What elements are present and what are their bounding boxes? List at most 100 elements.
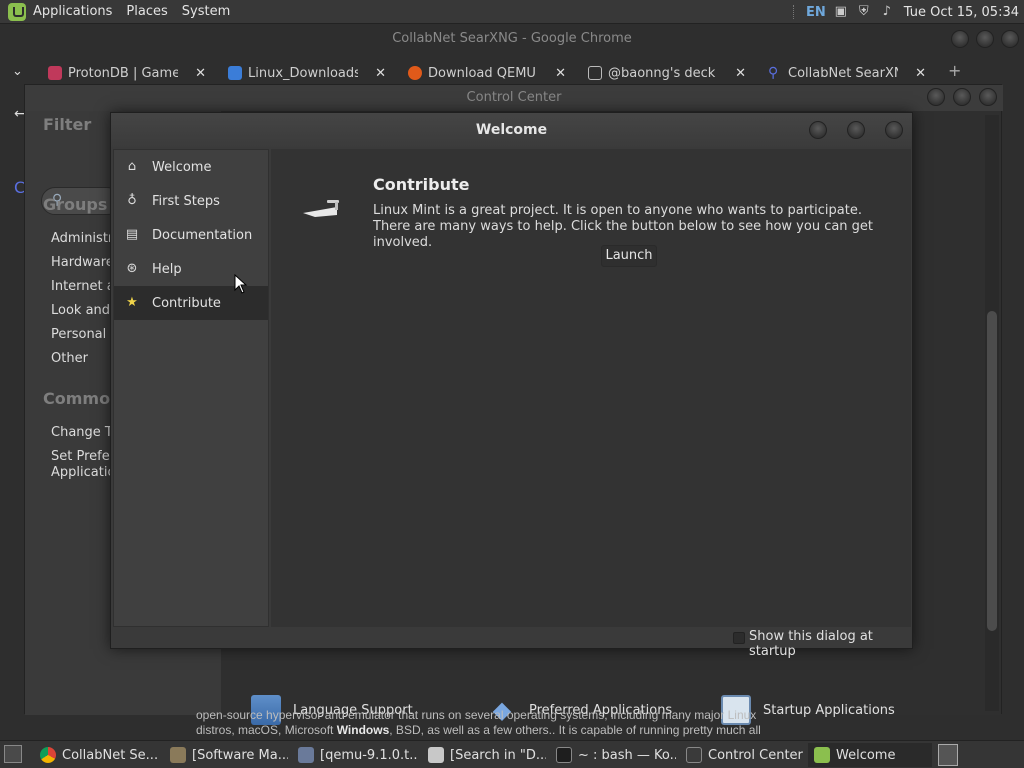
show-at-startup-checkbox[interactable] [733,632,745,644]
chrome-page-text: open-source hypervisor and emulator that… [196,708,836,738]
cc-scrollbar-thumb[interactable] [987,311,997,631]
menu-system[interactable]: System [175,0,237,24]
sidebar-item-welcome[interactable]: ⌂ Welcome [114,150,268,184]
welcome-title: Welcome [111,113,912,147]
search-icon: ⚲ [768,65,779,81]
taskbar-item-label: Welcome [836,747,896,763]
lightbulb-icon: ♁ [127,193,137,208]
protondb-icon [48,66,62,80]
menu-applications[interactable]: Applications [26,0,119,24]
page-text-line: open-source hypervisor and emulator that… [196,708,757,722]
home-icon: ⌂ [127,159,137,174]
sidebar-item-label: Welcome [152,159,212,175]
tab-label: Linux_Downloads [248,65,358,81]
welcome-dialog: Welcome ⌂ Welcome ♁ First Steps ▤ Docume… [110,112,913,659]
show-desktop-icon[interactable] [4,745,22,763]
group-internet[interactable]: Internet a [51,279,115,294]
group-hardware[interactable]: Hardware [51,255,114,270]
lifebuoy-icon: ⊛ [126,261,138,276]
taskbar-item-qemu-archive[interactable]: [qemu-9.1.0.t... [292,743,418,767]
system-tray: EN ▣ ⛨ ♪ Tue Oct 15, 05:34 [793,0,1024,24]
show-at-startup-label: Show this dialog at startup [749,629,873,659]
groups-heading: Groups [43,195,108,214]
content-description: Linux Mint is a great project. It is ope… [373,203,874,250]
tab-label: CollabNet SearXNG [788,65,898,81]
close-icon[interactable]: ✕ [375,66,386,81]
taskbar-item-welcome[interactable]: Welcome [808,743,932,767]
keyboard-layout-indicator[interactable]: EN [806,5,826,20]
taskbar-item-label: [Software Ma... [192,747,288,763]
taskbar-item-chrome[interactable]: CollabNet Se... [34,743,158,767]
chrome-icon [40,747,56,763]
taskbar-item-label: CollabNet Se... [62,747,158,763]
folder-icon [228,66,242,80]
star-icon: ★ [126,295,138,310]
taskbar-item-label: [qemu-9.1.0.t... [320,747,418,763]
control-center-title: Control Center [25,85,1003,111]
tab-protondb[interactable]: ProtonDB | Game I ✕ [48,62,206,84]
taskbar-item-search[interactable]: [Search in "D... [422,743,546,767]
common-set-preferred[interactable]: Set Prefer [51,449,115,464]
chrome-title: CollabNet SearXNG - Google Chrome [392,31,632,46]
new-tab-plus-icon[interactable]: + [948,61,961,80]
taskbar-item-terminal[interactable]: ~ : bash — Ko... [550,743,676,767]
shield-icon[interactable]: ⛨ [856,4,872,20]
workspace-switcher[interactable] [938,744,958,766]
mint-icon [814,747,830,763]
cc-close-button[interactable] [979,88,997,106]
page-text-line: distros, macOS, Microsoft Windows, BSD, … [196,723,836,738]
close-icon[interactable]: ✕ [915,66,926,81]
taskbar-item-label: Control Center [708,747,803,763]
trowel-icon [303,200,339,217]
sidebar-item-label: Help [152,261,182,277]
menu-places[interactable]: Places [119,0,174,24]
taskbar-item-control-center[interactable]: Control Center [680,743,804,767]
welcome-footer: Show this dialog at startup [111,627,912,659]
software-manager-icon [170,747,186,763]
common-applications[interactable]: Applicatio [51,465,115,480]
sidebar-item-first-steps[interactable]: ♁ First Steps [114,184,268,218]
group-other[interactable]: Other [51,351,88,366]
taskbar-item-label: ~ : bash — Ko... [578,747,676,763]
chrome-maximize-button[interactable] [976,30,994,48]
welcome-close-button[interactable] [885,121,903,139]
network-icon[interactable]: ▣ [833,4,849,20]
tab-baonng-deck[interactable]: @baonng's deck o ✕ [588,62,746,84]
bottom-taskbar: CollabNet Se... [Software Ma... [qemu-9.… [0,740,1024,768]
welcome-maximize-button[interactable] [847,121,865,139]
tray-separator [793,5,795,19]
tab-list-chevron-icon[interactable]: ⌄ [12,64,23,79]
top-panel: Applications Places System EN ▣ ⛨ ♪ Tue … [0,0,1024,24]
cc-maximize-button[interactable] [953,88,971,106]
welcome-sidebar: ⌂ Welcome ♁ First Steps ▤ Documentation … [113,149,269,627]
close-icon[interactable]: ✕ [735,66,746,81]
terminal-icon [556,747,572,763]
group-personal[interactable]: Personal [51,327,106,342]
clock[interactable]: Tue Oct 15, 05:34 [904,5,1019,20]
launch-button[interactable]: Launch [601,245,657,267]
tab-linux-downloads[interactable]: Linux_Downloads ✕ [228,62,386,84]
archive-icon [298,747,314,763]
welcome-minimize-button[interactable] [809,121,827,139]
chrome-close-button[interactable] [1001,30,1019,48]
welcome-content: Contribute Linux Mint is a great project… [271,149,911,627]
tab-label: @baonng's deck o [608,65,718,81]
cc-minimize-button[interactable] [927,88,945,106]
tab-download-qemu[interactable]: Download QEMU - ✕ [408,62,566,84]
group-administration[interactable]: Administr [51,231,113,246]
chrome-minimize-button[interactable] [951,30,969,48]
close-icon[interactable]: ✕ [555,66,566,81]
content-heading: Contribute [373,175,470,194]
cc-scrollbar[interactable] [985,115,999,711]
sidebar-item-documentation[interactable]: ▤ Documentation [114,218,268,252]
tab-collabnet-searxng[interactable]: ⚲ CollabNet SearXNG ✕ [768,62,926,84]
taskbar-item-software-manager[interactable]: [Software Ma... [164,743,288,767]
volume-icon[interactable]: ♪ [879,4,895,20]
taskbar-item-label: [Search in "D... [450,747,546,763]
deck-icon [588,66,602,80]
group-look-and-feel[interactable]: Look and [51,303,110,318]
filter-heading: Filter [43,115,92,134]
tab-label: ProtonDB | Game I [68,65,178,81]
mint-logo-icon[interactable] [8,2,26,21]
close-icon[interactable]: ✕ [195,66,206,81]
